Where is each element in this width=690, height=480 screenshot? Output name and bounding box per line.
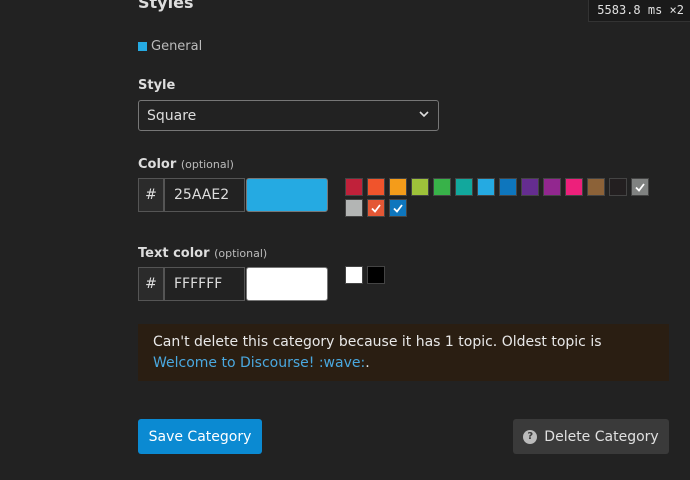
- color-swatch[interactable]: [543, 178, 561, 196]
- color-swatch[interactable]: [587, 178, 605, 196]
- color-swatch[interactable]: [367, 266, 385, 284]
- color-label: Color (optional): [138, 157, 234, 172]
- color-swatch[interactable]: [433, 178, 451, 196]
- check-icon: [371, 204, 381, 213]
- category-name: General: [151, 39, 203, 54]
- color-hex-input[interactable]: 25AAE2: [164, 178, 245, 212]
- color-optional: (optional): [180, 158, 234, 171]
- color-swatch[interactable]: [455, 178, 473, 196]
- timer-unit: ms: [647, 3, 663, 17]
- color-swatch[interactable]: [367, 199, 385, 217]
- style-select-value: Square: [147, 107, 197, 124]
- text-color-hash-prefix: #: [138, 267, 164, 301]
- color-swatch[interactable]: [345, 266, 363, 284]
- color-swatch[interactable]: [367, 178, 385, 196]
- category-color-square: [138, 42, 147, 51]
- category-badge: General: [138, 39, 202, 54]
- delete-warning-notice: Can't delete this category because it ha…: [138, 324, 669, 381]
- timing-badge: 5583.8 ms ×2: [588, 0, 690, 22]
- color-swatch[interactable]: [345, 199, 363, 217]
- color-swatch[interactable]: [477, 178, 495, 196]
- color-hash-prefix: #: [138, 178, 164, 212]
- text-color-label: Text color (optional): [138, 246, 267, 261]
- check-icon: [635, 183, 645, 192]
- notice-suffix: .: [365, 355, 370, 371]
- oldest-topic-link[interactable]: Welcome to Discourse! :wave:: [153, 355, 365, 371]
- question-circle-icon: ?: [523, 429, 538, 444]
- text-color-label-text: Text color: [138, 246, 210, 261]
- color-swatch[interactable]: [609, 178, 627, 196]
- save-category-button[interactable]: Save Category: [138, 419, 262, 454]
- text-color-hex-input[interactable]: FFFFFF: [164, 267, 245, 301]
- style-label: Style: [138, 78, 176, 93]
- notice-text: Can't delete this category because it ha…: [153, 334, 602, 350]
- color-swatch[interactable]: [521, 178, 539, 196]
- color-swatch[interactable]: [411, 178, 429, 196]
- chevron-down-icon: [418, 108, 430, 124]
- text-color-preview[interactable]: [246, 267, 328, 301]
- color-swatch[interactable]: [345, 178, 363, 196]
- check-icon: [393, 204, 403, 213]
- style-select[interactable]: Square: [138, 100, 439, 131]
- color-preview[interactable]: [246, 178, 328, 212]
- timer-value: 5583.8: [597, 3, 641, 17]
- color-swatch[interactable]: [389, 178, 407, 196]
- color-swatch[interactable]: [499, 178, 517, 196]
- section-heading: Styles: [138, 0, 194, 12]
- color-swatch[interactable]: [631, 178, 649, 196]
- delete-category-label: Delete Category: [544, 428, 659, 445]
- color-label-text: Color: [138, 157, 177, 172]
- delete-category-button[interactable]: ? Delete Category: [513, 419, 669, 454]
- color-swatch[interactable]: [389, 199, 407, 217]
- timer-multiplier: ×2: [669, 3, 684, 17]
- color-swatch[interactable]: [565, 178, 583, 196]
- text-color-optional: (optional): [214, 247, 268, 260]
